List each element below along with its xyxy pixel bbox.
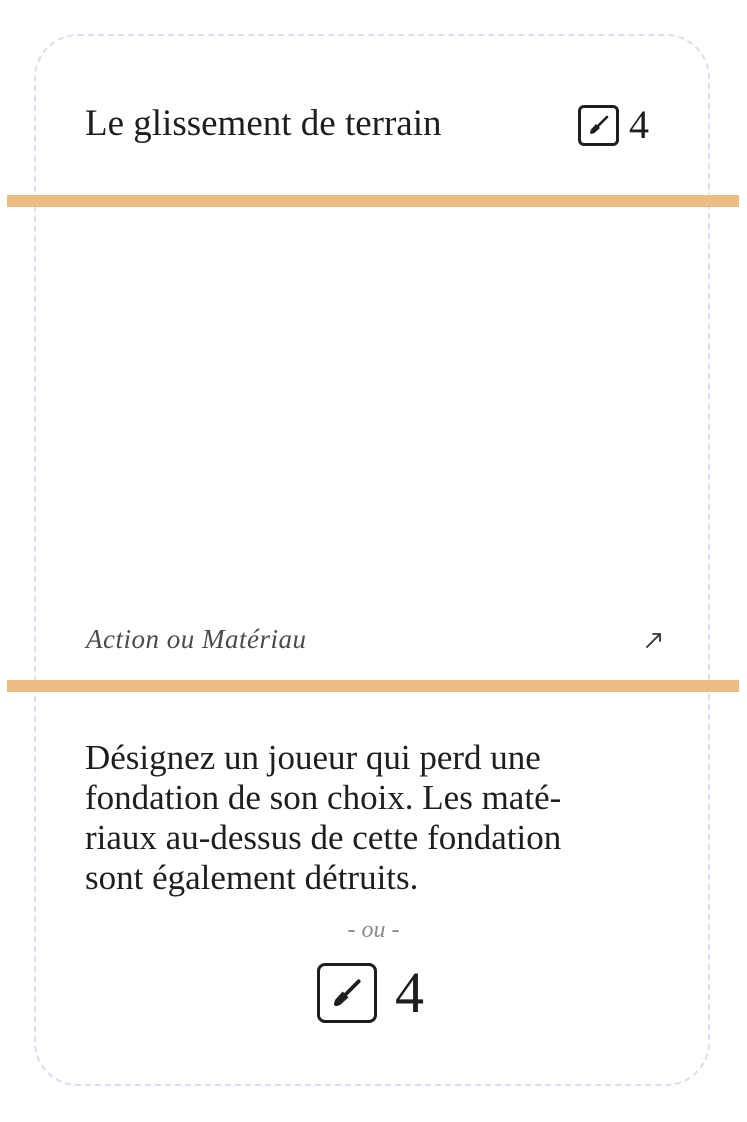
card-type: Action ou Matériau <box>86 624 307 654</box>
card: Le glissement de terrain 4 Action ou Mat… <box>0 0 747 1122</box>
description-line: riaux au-dessus de cette fondation <box>85 818 562 857</box>
alt-cost-badge: 4 <box>317 963 424 1023</box>
description-line: Désignez un joueur qui perd une <box>85 738 541 777</box>
header-band <box>7 195 739 207</box>
shovel-icon <box>578 104 619 146</box>
alt-cost-value: 4 <box>395 960 424 1025</box>
arrow-up-right-icon <box>644 630 664 656</box>
shovel-icon <box>317 963 377 1023</box>
card-title: Le glissement de terrain <box>85 103 442 144</box>
text-band <box>7 680 739 692</box>
description-line: sont également détruits. <box>85 858 419 897</box>
card-description: Désignez un joueur qui perd une fondatio… <box>85 738 655 898</box>
cost-value: 4 <box>629 102 649 147</box>
or-separator: - ou - <box>347 917 400 943</box>
cost-badge: 4 <box>578 103 649 147</box>
description-line: fondation de son choix. Les maté- <box>85 778 562 817</box>
